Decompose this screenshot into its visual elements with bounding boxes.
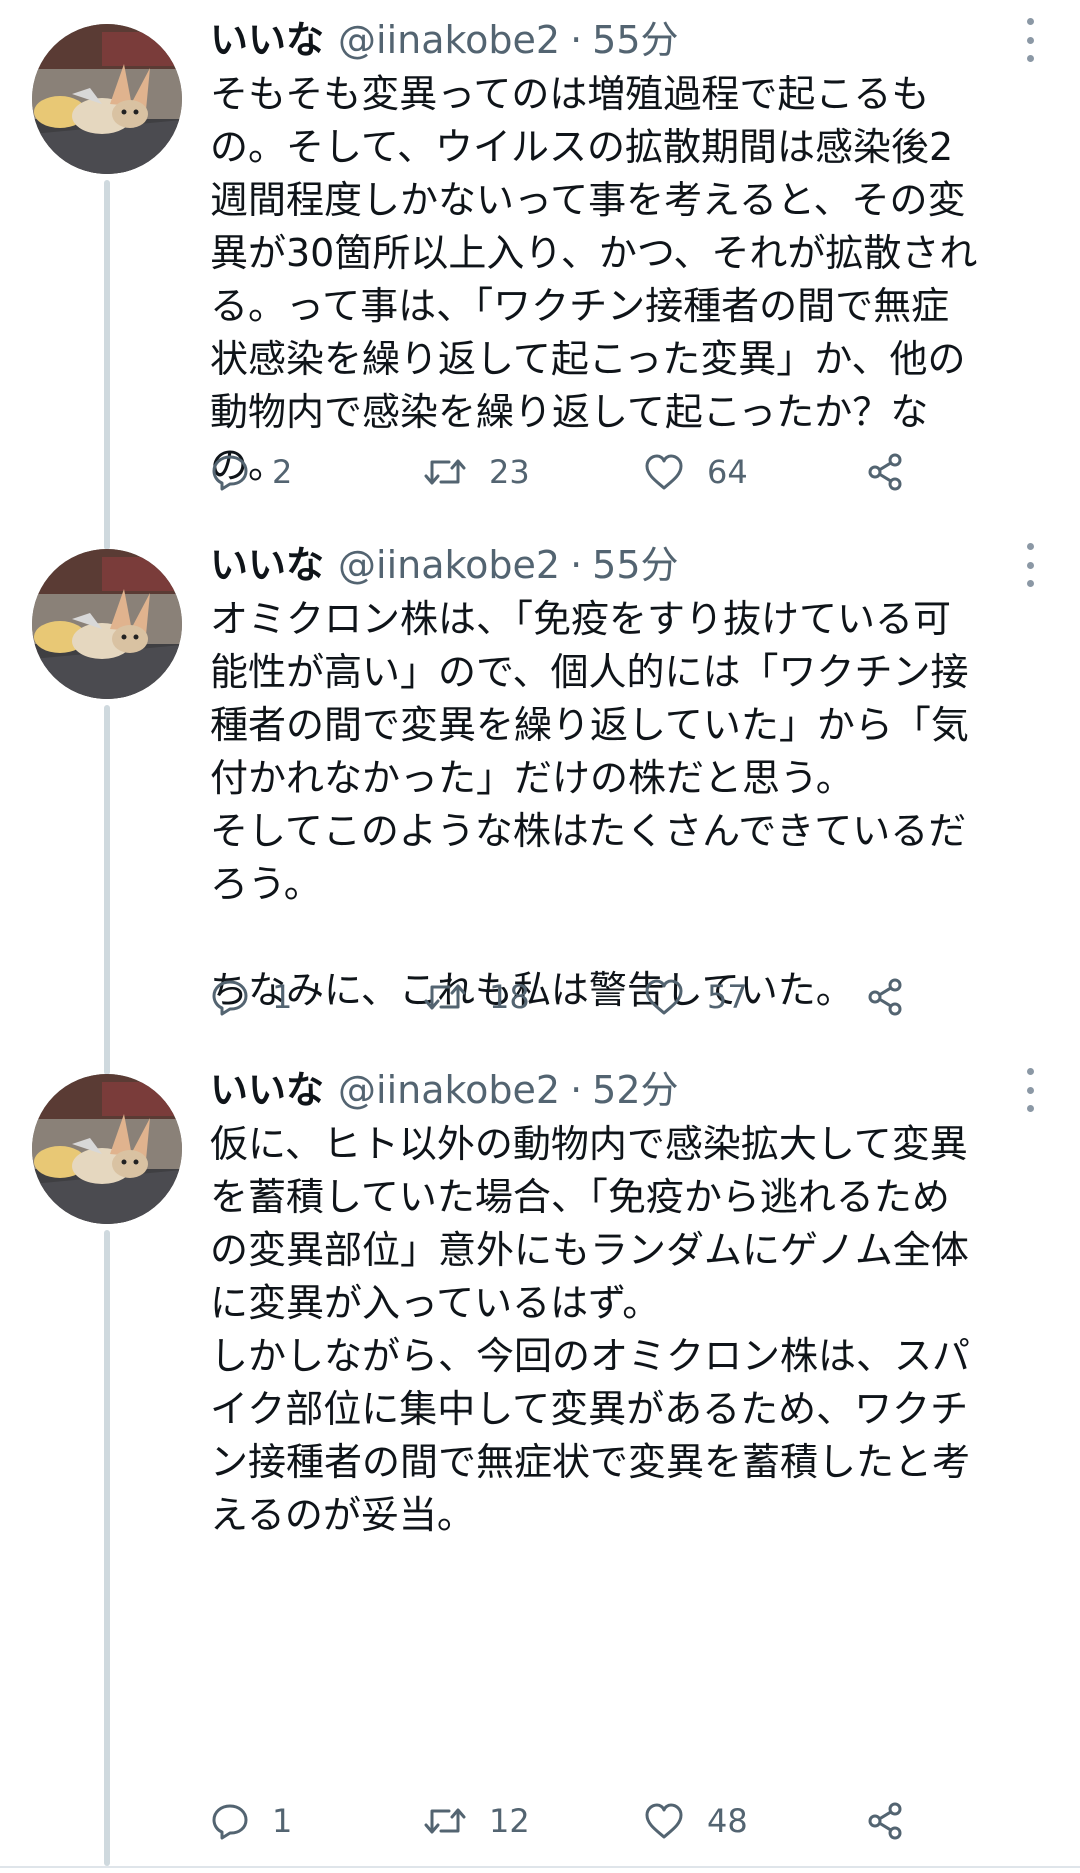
separator-dot: ·: [570, 543, 583, 587]
reply-button[interactable]: 1: [210, 1793, 292, 1849]
share-icon: [868, 978, 902, 1016]
tweet-actions: 2 23 64: [210, 444, 1030, 500]
reply-count: 1: [272, 1802, 293, 1840]
tweet-text: 仮に、ヒト以外の動物内で感染拡大して変異 を蓄積していた場合、「免疫から逃れるた…: [210, 1122, 971, 1537]
share-button[interactable]: [865, 1793, 905, 1849]
like-count: 57: [707, 978, 748, 1016]
retweet-icon: [424, 459, 466, 485]
fennec-fox-avatar-image: [32, 1074, 182, 1224]
heart-icon: [645, 979, 683, 1015]
tweet-actions: 1 18 57: [210, 969, 1030, 1025]
retweet-count: 23: [489, 453, 530, 491]
heart-icon: [645, 454, 683, 490]
separator-dot: ·: [570, 18, 583, 62]
tweet[interactable]: いいな @iinakobe2 · 52分 仮に、ヒト以外の動物内で感染拡大して変…: [0, 1062, 1080, 1862]
display-name[interactable]: いいな: [210, 1062, 324, 1118]
share-icon: [868, 453, 902, 491]
reply-count: 1: [272, 978, 293, 1016]
tweet-header: いいな @iinakobe2 · 55分: [210, 12, 679, 68]
more-vertical-icon[interactable]: [1018, 1068, 1042, 1112]
share-button[interactable]: [865, 444, 905, 500]
tweet[interactable]: いいな @iinakobe2 · 55分 そもそも変異ってのは増殖過程で起こるも…: [0, 12, 1080, 532]
like-count: 48: [707, 1802, 748, 1840]
display-name[interactable]: いいな: [210, 12, 324, 68]
tweet-header: いいな @iinakobe2 · 52分: [210, 1062, 679, 1118]
avatar[interactable]: [32, 1074, 182, 1224]
tweet-text: そもそも変異ってのは増殖過程で起こるも の。そして、ウイルスの拡散期間は感染後2…: [210, 72, 978, 487]
reply-count: 2: [272, 453, 293, 491]
retweet-button[interactable]: 18: [423, 969, 530, 1025]
user-handle[interactable]: @iinakobe2: [338, 537, 560, 593]
tweet[interactable]: いいな @iinakobe2 · 55分 オミクロン株は、「免疫をすり抜けている…: [0, 537, 1080, 1057]
retweet-icon: [424, 1808, 466, 1834]
retweet-count: 18: [489, 978, 530, 1016]
tweet-actions: 1 12 48: [210, 1793, 1030, 1849]
fennec-fox-avatar-image: [32, 549, 182, 699]
reply-bubble-icon: [212, 1804, 248, 1840]
retweet-icon: [424, 984, 466, 1010]
retweet-count: 12: [489, 1802, 530, 1840]
share-icon: [868, 1802, 902, 1840]
avatar[interactable]: [32, 24, 182, 174]
user-handle[interactable]: @iinakobe2: [338, 1062, 560, 1118]
reply-bubble-icon: [212, 980, 248, 1016]
share-button[interactable]: [865, 969, 905, 1025]
fennec-fox-avatar-image: [32, 24, 182, 174]
reply-bubble-icon: [212, 455, 248, 491]
tweet-text: オミクロン株は、「免疫をすり抜けている可 能性が高い」ので、個人的には「ワクチン…: [210, 597, 969, 1012]
heart-icon: [645, 1803, 683, 1839]
user-handle[interactable]: @iinakobe2: [338, 12, 560, 68]
timestamp[interactable]: 55分: [592, 12, 678, 68]
reply-button[interactable]: 2: [210, 444, 292, 500]
avatar[interactable]: [32, 549, 182, 699]
timestamp[interactable]: 55分: [592, 537, 678, 593]
retweet-button[interactable]: 23: [423, 444, 530, 500]
timestamp[interactable]: 52分: [592, 1062, 678, 1118]
display-name[interactable]: いいな: [210, 537, 324, 593]
reply-button[interactable]: 1: [210, 969, 292, 1025]
tweet-header: いいな @iinakobe2 · 55分: [210, 537, 679, 593]
retweet-button[interactable]: 12: [423, 1793, 530, 1849]
divider: [0, 1866, 1080, 1868]
like-button[interactable]: 57: [643, 969, 748, 1025]
like-count: 64: [707, 453, 748, 491]
like-button[interactable]: 48: [643, 1793, 748, 1849]
like-button[interactable]: 64: [643, 444, 748, 500]
separator-dot: ·: [570, 1068, 583, 1112]
more-vertical-icon[interactable]: [1018, 18, 1042, 62]
more-vertical-icon[interactable]: [1018, 543, 1042, 587]
